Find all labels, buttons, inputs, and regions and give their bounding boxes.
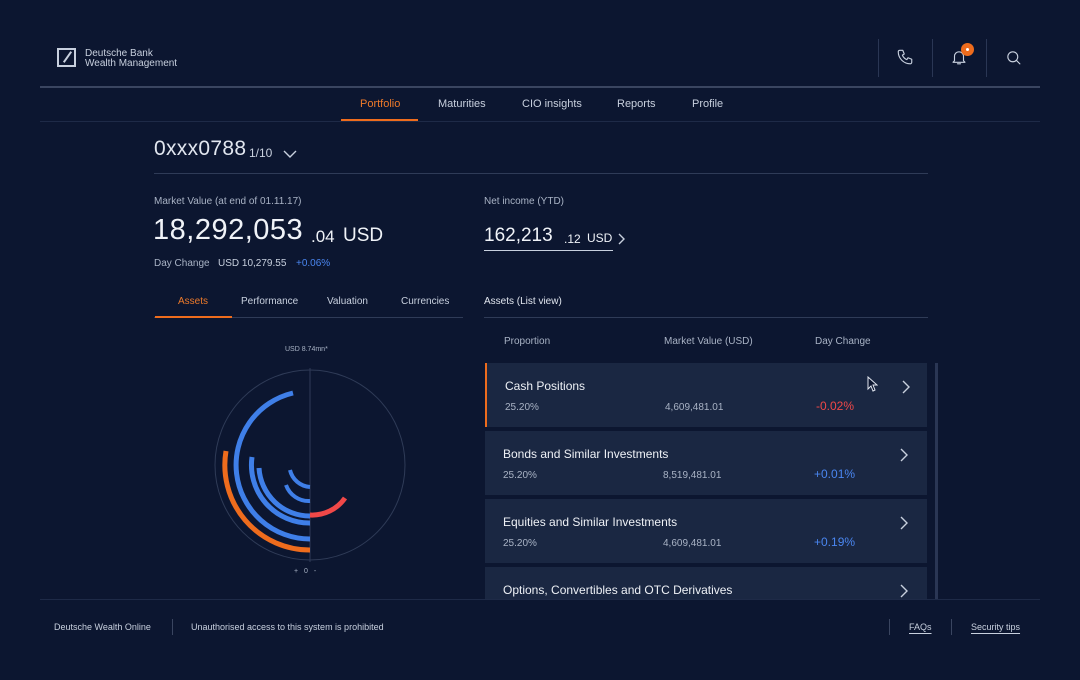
column-day-change: Day Change	[815, 336, 871, 347]
day-change-value: USD 10,279.55	[218, 258, 287, 269]
column-market-value: Market Value (USD)	[664, 336, 753, 347]
market-value-integer: 18,292,053	[153, 214, 304, 246]
nav-profile[interactable]: Profile	[692, 98, 723, 110]
row-day-change: -0.02%	[816, 399, 855, 413]
row-day-change: +0.01%	[814, 467, 856, 481]
row-name: Options, Convertibles and OTC Derivative…	[503, 583, 733, 597]
list-scrollbar[interactable]	[935, 363, 938, 599]
nav-divider	[40, 121, 1040, 122]
footer-link-faqs[interactable]: FAQs	[909, 622, 932, 632]
nav-reports[interactable]: Reports	[617, 98, 656, 110]
footer-link-security-tips[interactable]: Security tips	[971, 622, 1020, 632]
tab-active-indicator	[155, 316, 232, 318]
notification-badge	[961, 43, 974, 56]
chevron-right-icon[interactable]	[899, 516, 908, 535]
nav-maturities[interactable]: Maturities	[438, 98, 486, 110]
asset-allocation-chart[interactable]	[200, 340, 420, 564]
asset-row-cash[interactable]: Cash Positions 25.20% 4,609,481.01 -0.02…	[485, 363, 927, 427]
row-market-value: 4,609,481.01	[663, 538, 722, 549]
row-name: Cash Positions	[505, 379, 586, 393]
chevron-right-icon[interactable]	[899, 584, 908, 599]
footer-divider	[40, 599, 1040, 600]
row-name: Bonds and Similar Investments	[503, 447, 669, 461]
chart-arc-blue-4	[288, 469, 311, 489]
asset-row-bonds[interactable]: Bonds and Similar Investments 25.20% 8,5…	[485, 431, 927, 495]
row-proportion: 25.20%	[505, 402, 539, 413]
row-name: Equities and Similar Investments	[503, 515, 678, 529]
list-title-divider	[484, 317, 928, 318]
market-value-currency: USD	[343, 225, 384, 246]
chart-zoom-controls[interactable]: + 0 -	[294, 568, 318, 575]
market-value-label: Market Value (at end of 01.11.17)	[154, 196, 302, 207]
tab-currencies[interactable]: Currencies	[401, 296, 449, 307]
asset-row-options[interactable]: Options, Convertibles and OTC Derivative…	[485, 567, 927, 599]
tab-assets[interactable]: Assets	[178, 296, 208, 307]
header-divider	[932, 39, 933, 77]
mouse-cursor-icon	[867, 375, 879, 397]
footer-separator	[172, 619, 173, 635]
day-change-label: Day Change	[154, 258, 210, 269]
account-page: 1/10	[249, 146, 273, 160]
row-proportion: 25.20%	[503, 538, 537, 549]
header-divider	[986, 39, 987, 77]
list-view-title: Assets (List view)	[484, 296, 562, 307]
asset-row-equities[interactable]: Equities and Similar Investments 25.20% …	[485, 499, 927, 563]
header-divider	[878, 39, 879, 77]
row-market-value: 8,519,481.01	[663, 470, 722, 481]
chevron-right-icon[interactable]	[899, 448, 908, 467]
row-market-value: 4,609,481.01	[665, 402, 724, 413]
account-divider	[154, 173, 928, 174]
market-value-decimal: .04	[311, 227, 335, 246]
phone-icon[interactable]	[894, 46, 916, 68]
chevron-down-icon[interactable]	[283, 146, 297, 164]
net-income-label: Net income (YTD)	[484, 196, 565, 207]
nav-portfolio[interactable]: Portfolio	[360, 98, 400, 110]
footer-separator	[889, 619, 890, 635]
net-income-currency[interactable]: USD	[587, 231, 612, 245]
header-divider-line	[40, 86, 1040, 88]
footer-separator	[951, 619, 952, 635]
net-income-decimal[interactable]: .12	[564, 232, 581, 246]
account-id[interactable]: 0xxx0788	[154, 137, 246, 161]
tab-performance[interactable]: Performance	[241, 296, 298, 307]
row-day-change: +0.19%	[814, 535, 856, 549]
net-income-underline	[484, 250, 613, 251]
brand-subtitle: Wealth Management	[85, 58, 178, 69]
tab-valuation[interactable]: Valuation	[327, 296, 368, 307]
net-income-integer[interactable]: 162,213	[484, 225, 553, 247]
search-icon[interactable]	[1002, 46, 1024, 68]
chevron-right-icon[interactable]	[901, 380, 910, 399]
day-change-percent: +0.06%	[296, 258, 331, 269]
nav-cio-insights[interactable]: CIO insights	[522, 98, 582, 110]
row-proportion: 25.20%	[503, 470, 537, 481]
footer-notice: Unauthorised access to this system is pr…	[191, 622, 384, 632]
chart-arc-blue-3	[256, 467, 311, 519]
footer-app-name: Deutsche Wealth Online	[54, 622, 151, 632]
chevron-right-icon[interactable]	[617, 232, 625, 250]
chart-arc-red	[309, 496, 348, 518]
column-proportion: Proportion	[504, 336, 551, 347]
